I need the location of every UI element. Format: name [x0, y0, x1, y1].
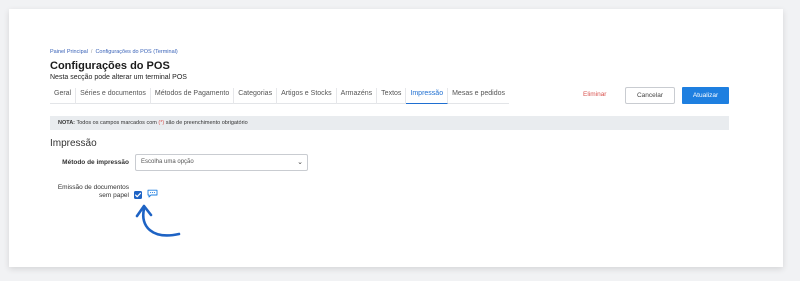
- tab-categorias[interactable]: Categorias: [234, 88, 278, 104]
- breadcrumb: Painel Principal / Configurações do POS (T…: [50, 49, 178, 55]
- breadcrumb-separator: /: [90, 49, 93, 55]
- tab-armazens[interactable]: Armazéns: [337, 88, 378, 104]
- delete-button[interactable]: Eliminar: [583, 91, 606, 98]
- required-fields-note: NOTA: Todos os campos marcados com (*) s…: [50, 116, 729, 130]
- paperless-label: Emissão de documentos sem papel: [50, 184, 129, 200]
- print-method-label: Método de impressão: [62, 159, 129, 166]
- settings-card: [9, 9, 783, 267]
- page-subtitle: Nesta secção pode alterar um terminal PO…: [50, 74, 187, 81]
- tab-geral[interactable]: Geral: [50, 88, 77, 104]
- note-text-before: Todos os campos marcados com: [76, 120, 157, 126]
- tab-impressao[interactable]: Impressão: [406, 88, 449, 104]
- print-method-value: Escolha uma opção: [141, 159, 194, 165]
- paperless-checkbox[interactable]: [134, 191, 142, 199]
- chat-bubble-icon[interactable]: [147, 189, 158, 198]
- breadcrumb-current[interactable]: Configurações do POS (Terminal): [95, 49, 177, 55]
- print-method-select[interactable]: Escolha uma opção ⌄: [135, 154, 308, 171]
- tab-bar: Geral Séries e documentos Métodos de Pag…: [50, 88, 510, 104]
- cancel-button[interactable]: Cancelar: [625, 87, 675, 104]
- chevron-down-icon: ⌄: [297, 159, 303, 166]
- note-prefix: NOTA:: [58, 120, 76, 126]
- note-text-after: são de preenchimento obrigatório: [165, 120, 248, 126]
- paperless-label-line1: Emissão de documentos: [57, 184, 129, 191]
- note-required-mark: (*): [158, 120, 165, 126]
- update-button[interactable]: Atualizar: [682, 87, 729, 104]
- tab-textos[interactable]: Textos: [377, 88, 407, 104]
- paperless-label-line2: sem papel: [99, 192, 129, 199]
- check-icon: [135, 192, 141, 198]
- tab-mesas-pedidos[interactable]: Mesas e pedidos: [448, 88, 509, 104]
- tab-artigos-stocks[interactable]: Artigos e Stocks: [277, 88, 337, 104]
- section-title: Impressão: [50, 138, 97, 149]
- page-title: Configurações do POS: [50, 60, 170, 72]
- tab-series-documentos[interactable]: Séries e documentos: [76, 88, 151, 104]
- curved-arrow-icon: [135, 204, 181, 237]
- tab-metodos-pagamento[interactable]: Métodos de Pagamento: [151, 88, 235, 104]
- breadcrumb-home[interactable]: Painel Principal: [50, 49, 88, 55]
